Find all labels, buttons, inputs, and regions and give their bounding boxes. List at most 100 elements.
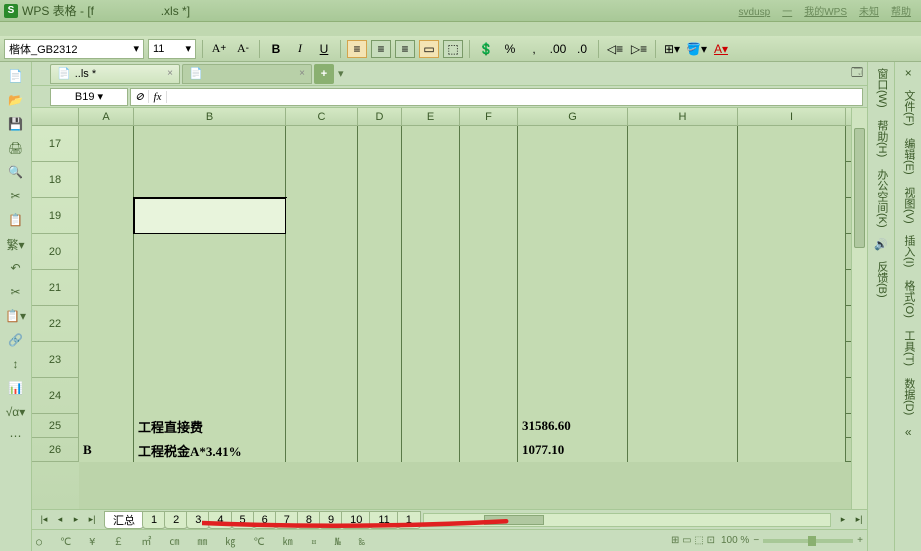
- cell-B19[interactable]: [134, 198, 286, 234]
- file-menu[interactable]: 文件(F): [902, 88, 915, 128]
- sheet-tab-11[interactable]: 11: [369, 511, 398, 529]
- row-header-22[interactable]: 22: [32, 306, 79, 342]
- cell-E26[interactable]: [402, 438, 460, 462]
- symbol-shortcuts[interactable]: ○ ℃ ¥ ￡ ㎡ ㎝ ㎜ ㎏ ℃ ㎞ ¤ № ‰: [36, 533, 371, 548]
- more-button[interactable]: ⋯: [2, 426, 29, 446]
- cell-B20[interactable]: [134, 234, 286, 270]
- sheet-tab-汇总[interactable]: 汇总: [104, 511, 144, 529]
- vscroll-thumb[interactable]: [854, 128, 865, 248]
- top-links[interactable]: svdusp一我的WPS未知帮助: [733, 3, 917, 18]
- cell-F26[interactable]: [460, 438, 518, 462]
- cell-G21[interactable]: [518, 270, 628, 306]
- cell-H20[interactable]: [628, 234, 738, 270]
- sheet-tab-4[interactable]: 4: [208, 511, 232, 529]
- cancel-formula-button[interactable]: ⊘: [131, 90, 149, 103]
- cell-A22[interactable]: [79, 306, 134, 342]
- cell-B22[interactable]: [134, 306, 286, 342]
- font-size-select[interactable]: 11▾: [148, 39, 196, 59]
- close-icon[interactable]: ×: [299, 68, 305, 79]
- cell-F19[interactable]: [460, 198, 518, 234]
- font-color-button[interactable]: A▾: [711, 39, 731, 59]
- cell-A23[interactable]: [79, 342, 134, 378]
- cell-E23[interactable]: [402, 342, 460, 378]
- save-button[interactable]: 💾: [2, 114, 29, 134]
- currency-button[interactable]: 💲: [476, 39, 496, 59]
- office-space-menu[interactable]: 办公空间(K): [875, 167, 888, 230]
- align-right-button[interactable]: ≡: [395, 40, 415, 58]
- cell-reference-box[interactable]: B19 ▾: [50, 88, 128, 106]
- cell-I23[interactable]: [738, 342, 846, 378]
- cell-H18[interactable]: [628, 162, 738, 198]
- preview-button[interactable]: 🔍: [2, 162, 29, 182]
- traditional-button[interactable]: 繁▾: [2, 234, 29, 254]
- new-doc-button[interactable]: 📄: [2, 66, 29, 86]
- vertical-scrollbar[interactable]: [851, 108, 867, 509]
- cell-E20[interactable]: [402, 234, 460, 270]
- cell-C23[interactable]: [286, 342, 358, 378]
- cell-A20[interactable]: [79, 234, 134, 270]
- cell-C21[interactable]: [286, 270, 358, 306]
- open-button[interactable]: 📂: [2, 90, 29, 110]
- cell-D23[interactable]: [358, 342, 402, 378]
- cut-button[interactable]: ✂: [2, 186, 29, 206]
- sheet-tab-10[interactable]: 10: [341, 511, 371, 529]
- cell-I22[interactable]: [738, 306, 846, 342]
- paste-button[interactable]: 📋▾: [2, 306, 29, 326]
- cell-F23[interactable]: [460, 342, 518, 378]
- sheet-tab-8[interactable]: 8: [297, 511, 321, 529]
- cell-D17[interactable]: [358, 126, 402, 162]
- col-header-F[interactable]: F: [460, 108, 518, 125]
- col-header-I[interactable]: I: [738, 108, 846, 125]
- col-header-B[interactable]: B: [134, 108, 286, 125]
- select-all-corner[interactable]: [32, 108, 79, 126]
- view-menu[interactable]: 视图(V): [902, 185, 915, 226]
- row-header-20[interactable]: 20: [32, 234, 79, 270]
- cell-B24[interactable]: [134, 378, 286, 414]
- cell-G26[interactable]: 1077.10: [518, 438, 628, 462]
- cell-E19[interactable]: [402, 198, 460, 234]
- cell-C24[interactable]: [286, 378, 358, 414]
- doc-tab-1[interactable]: 📄 ..ls * ×: [50, 64, 180, 84]
- cell-I25[interactable]: [738, 414, 846, 438]
- cell-G23[interactable]: [518, 342, 628, 378]
- cell-B23[interactable]: [134, 342, 286, 378]
- cell-A18[interactable]: [79, 162, 134, 198]
- insert-menu[interactable]: 插入(I): [902, 233, 915, 269]
- cell-H24[interactable]: [628, 378, 738, 414]
- cell-C22[interactable]: [286, 306, 358, 342]
- scroll-end-button[interactable]: ▸|: [851, 512, 867, 528]
- row-header-18[interactable]: 18: [32, 162, 79, 198]
- cell-F20[interactable]: [460, 234, 518, 270]
- sheet-tab-6[interactable]: 6: [253, 511, 277, 529]
- formula-button[interactable]: √α▾: [2, 402, 29, 422]
- cell-G17[interactable]: [518, 126, 628, 162]
- cell-I26[interactable]: [738, 438, 846, 462]
- cell-I18[interactable]: [738, 162, 846, 198]
- cells-area[interactable]: 工程直接费31586.60B工程税金A*3.41%1077.10: [79, 126, 851, 509]
- increase-decimal-button[interactable]: .00: [548, 39, 568, 59]
- row-header-23[interactable]: 23: [32, 342, 79, 378]
- row-header-19[interactable]: 19: [32, 198, 79, 234]
- wrap-text-button[interactable]: ⬚: [443, 40, 463, 58]
- sheet-tab-7[interactable]: 7: [275, 511, 299, 529]
- cell-D24[interactable]: [358, 378, 402, 414]
- doc-tab-2[interactable]: 📄 ×: [182, 64, 312, 84]
- decrease-decimal-button[interactable]: .0: [572, 39, 592, 59]
- cell-E21[interactable]: [402, 270, 460, 306]
- cell-G25[interactable]: 31586.60: [518, 414, 628, 438]
- cell-I19[interactable]: [738, 198, 846, 234]
- cell-F17[interactable]: [460, 126, 518, 162]
- sheet-tab-3[interactable]: 3: [186, 511, 210, 529]
- cell-G18[interactable]: [518, 162, 628, 198]
- col-header-D[interactable]: D: [358, 108, 402, 125]
- increase-font-button[interactable]: A+: [209, 39, 229, 59]
- data-menu[interactable]: 数据(D): [902, 376, 915, 417]
- cell-H19[interactable]: [628, 198, 738, 234]
- first-sheet-button[interactable]: |◂: [36, 512, 52, 528]
- edit-menu[interactable]: 编辑(E): [902, 136, 915, 177]
- sheet-tab-5[interactable]: 5: [231, 511, 255, 529]
- cell-C20[interactable]: [286, 234, 358, 270]
- row-header-17[interactable]: 17: [32, 126, 79, 162]
- scissors-button[interactable]: ✂: [2, 282, 29, 302]
- cell-C19[interactable]: [286, 198, 358, 234]
